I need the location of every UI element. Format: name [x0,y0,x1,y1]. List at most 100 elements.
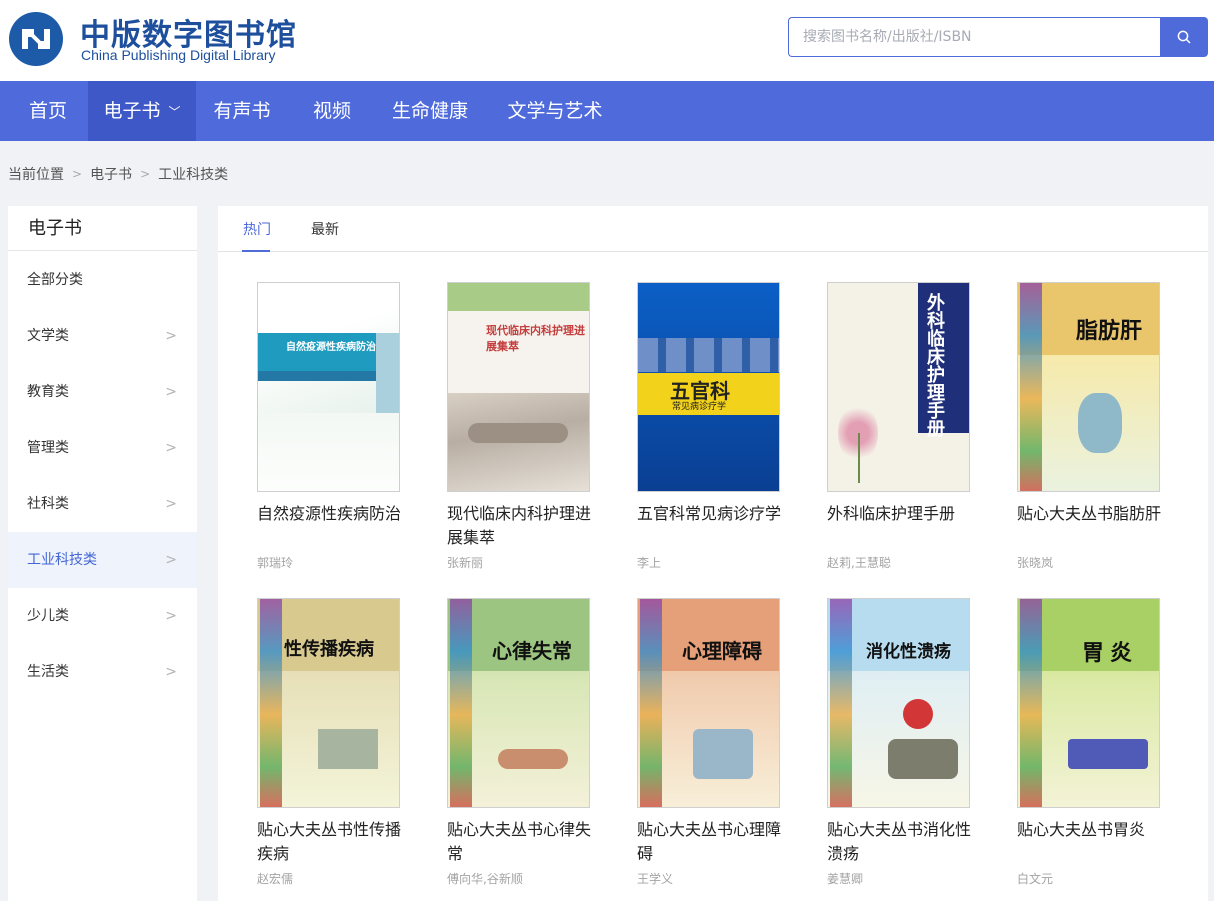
book-card[interactable]: 胃炎 贴心大夫丛书胃炎 白文元 [1017,598,1177,898]
main-nav: 首页 电子书 ﹀ 有声书 视频 生命健康 文学与艺术 [0,81,1214,141]
chevron-right-icon: > [165,664,177,680]
sidebar-item-label: 文学类 [27,328,69,344]
chevron-down-icon: ﹀ [168,104,181,119]
cover-subtitle: 常见病诊疗学 [672,402,727,412]
book-title[interactable]: 贴心大夫丛书消化性溃疡 [827,818,977,866]
category-sidebar: 电子书 全部分类 文学类 > 教育类 > 管理类 > 社科类 > 工业科技类 > 少儿类 >… [8,206,197,901]
book-author: 李上 [637,556,662,570]
book-cover[interactable]: 心律失常 [447,598,590,808]
search-bar [788,17,1208,57]
book-title[interactable]: 外科临床护理手册 [827,502,977,526]
sort-tabs: 热门 最新 [218,206,1208,252]
cover-title: 消化性溃疡 [866,642,951,662]
chevron-right-icon: > [165,328,177,344]
tab-latest[interactable]: 最新 [311,206,339,252]
chevron-right-icon: > [72,167,83,181]
chevron-right-icon: > [165,608,177,624]
cover-title: 胃炎 [1082,640,1139,666]
book-title[interactable]: 贴心大夫丛书性传播疾病 [257,818,407,866]
book-card[interactable]: 心律失常 贴心大夫丛书心律失常 傅向华,谷新顺 [447,598,607,898]
book-title[interactable]: 现代临床内科护理进展集萃 [447,502,597,550]
breadcrumb-industrial-tech[interactable]: 工业科技类 [158,167,228,183]
cover-title: 脂肪肝 [1076,318,1143,344]
search-button[interactable] [1160,17,1208,57]
book-card[interactable]: 心理障碍 贴心大夫丛书心理障碍 王学义 [637,598,797,898]
breadcrumb-current-location: 当前位置 [8,167,64,183]
logo-title-en: China Publishing Digital Library [81,47,276,63]
book-cover[interactable]: 消化性溃疡 [827,598,970,808]
chevron-right-icon: > [165,440,177,456]
nav-item-label: 电子书 [103,100,161,122]
cover-title: 外科临床护理手册 [924,293,945,437]
book-cover[interactable]: 性传播疾病 [257,598,400,808]
book-title[interactable]: 自然疫源性疾病防治 [257,502,407,526]
sidebar-item-label: 社科类 [27,496,69,512]
book-card[interactable]: 五官科 常见病诊疗学 五官科常见病诊疗学 李上 [637,282,797,582]
book-title[interactable]: 贴心大夫丛书心理障碍 [637,818,787,866]
book-card[interactable]: 性传播疾病 贴心大夫丛书性传播疾病 赵宏儒 [257,598,417,898]
book-cover[interactable]: 现代临床内科护理进展集萃 [447,282,590,492]
nav-item-ebook[interactable]: 电子书 ﹀ [88,81,196,141]
book-card[interactable]: 自然疫源性疾病防治 自然疫源性疾病防治 郭瑞玲 [257,282,417,582]
book-author: 姜慧卿 [827,872,864,886]
sidebar-item-label: 工业科技类 [27,552,97,568]
book-author: 郭瑞玲 [257,556,294,570]
book-author: 傅向华,谷新顺 [447,872,523,886]
book-cover[interactable]: 自然疫源性疾病防治 [257,282,400,492]
sidebar-item-education[interactable]: 教育类 > [8,364,197,420]
book-title[interactable]: 贴心大夫丛书脂肪肝 [1017,502,1167,526]
book-title[interactable]: 贴心大夫丛书心律失常 [447,818,597,866]
nav-item-health[interactable]: 生命健康 [386,81,474,141]
sidebar-item-children[interactable]: 少儿类 > [8,588,197,644]
sidebar-item-life[interactable]: 生活类 > [8,644,197,700]
book-cover[interactable]: 心理障碍 [637,598,780,808]
nav-item-video[interactable]: 视频 [294,81,370,141]
chevron-right-icon: > [140,167,151,181]
breadcrumb-ebook[interactable]: 电子书 [90,167,132,183]
chevron-right-icon: > [165,552,177,568]
book-author: 张晓岚 [1017,556,1054,570]
cover-title: 心律失常 [492,639,572,663]
book-cover[interactable]: 五官科 常见病诊疗学 [637,282,780,492]
sidebar-item-management[interactable]: 管理类 > [8,420,197,476]
chevron-right-icon: > [165,384,177,400]
sidebar-item-label: 少儿类 [27,608,69,624]
nav-item-audiobook[interactable]: 有声书 [204,81,280,141]
book-cover[interactable]: 胃炎 [1017,598,1160,808]
library-logo-icon [9,12,63,66]
book-author: 张新丽 [447,556,484,570]
book-title[interactable]: 五官科常见病诊疗学 [637,502,787,526]
book-cover[interactable]: 脂肪肝 [1017,282,1160,492]
cover-title: 自然疫源性疾病防治 [286,342,376,353]
cover-title: 性传播疾病 [284,639,374,660]
search-icon [1177,30,1191,44]
sidebar-item-label: 管理类 [27,440,69,456]
site-logo[interactable]: 中版数字图书馆 China Publishing Digital Library [8,8,308,68]
sidebar-item-literature[interactable]: 文学类 > [8,308,197,364]
book-list-panel: 热门 最新 自然疫源性疾病防治 自然疫源性疾病防治 郭瑞玲 现代临床内科护理进展… [218,206,1208,901]
nav-item-literature-art[interactable]: 文学与艺术 [500,81,610,141]
book-card[interactable]: 脂肪肝 贴心大夫丛书脂肪肝 张晓岚 [1017,282,1177,582]
sidebar-item-all[interactable]: 全部分类 [8,252,197,308]
sidebar-item-industrial-tech[interactable]: 工业科技类 > [8,532,197,588]
book-card[interactable]: 现代临床内科护理进展集萃 现代临床内科护理进展集萃 张新丽 [447,282,607,582]
book-cover[interactable]: 外科临床护理手册 [827,282,970,492]
search-input[interactable] [788,17,1161,57]
cover-title: 心理障碍 [682,639,762,663]
book-card[interactable]: 消化性溃疡 贴心大夫丛书消化性溃疡 姜慧卿 [827,598,987,898]
sidebar-item-label: 生活类 [27,664,69,680]
chevron-right-icon: > [165,496,177,512]
book-author: 赵莉,王慧聪 [827,556,891,570]
sidebar-title: 电子书 [8,206,197,251]
book-card[interactable]: 外科临床护理手册 外科临床护理手册 赵莉,王慧聪 [827,282,987,582]
nav-item-home[interactable]: 首页 [12,81,84,141]
breadcrumb: 当前位置 > 电子书 > 工业科技类 [8,164,228,184]
book-title[interactable]: 贴心大夫丛书胃炎 [1017,818,1167,842]
active-tab-indicator [242,250,270,252]
sidebar-item-social-science[interactable]: 社科类 > [8,476,197,532]
book-author: 赵宏儒 [257,872,294,886]
cover-title: 现代临床内科护理进展集萃 [486,324,585,353]
tab-popular[interactable]: 热门 [243,206,271,252]
site-header: 中版数字图书馆 China Publishing Digital Library [0,0,1214,81]
book-author: 白文元 [1017,872,1054,886]
